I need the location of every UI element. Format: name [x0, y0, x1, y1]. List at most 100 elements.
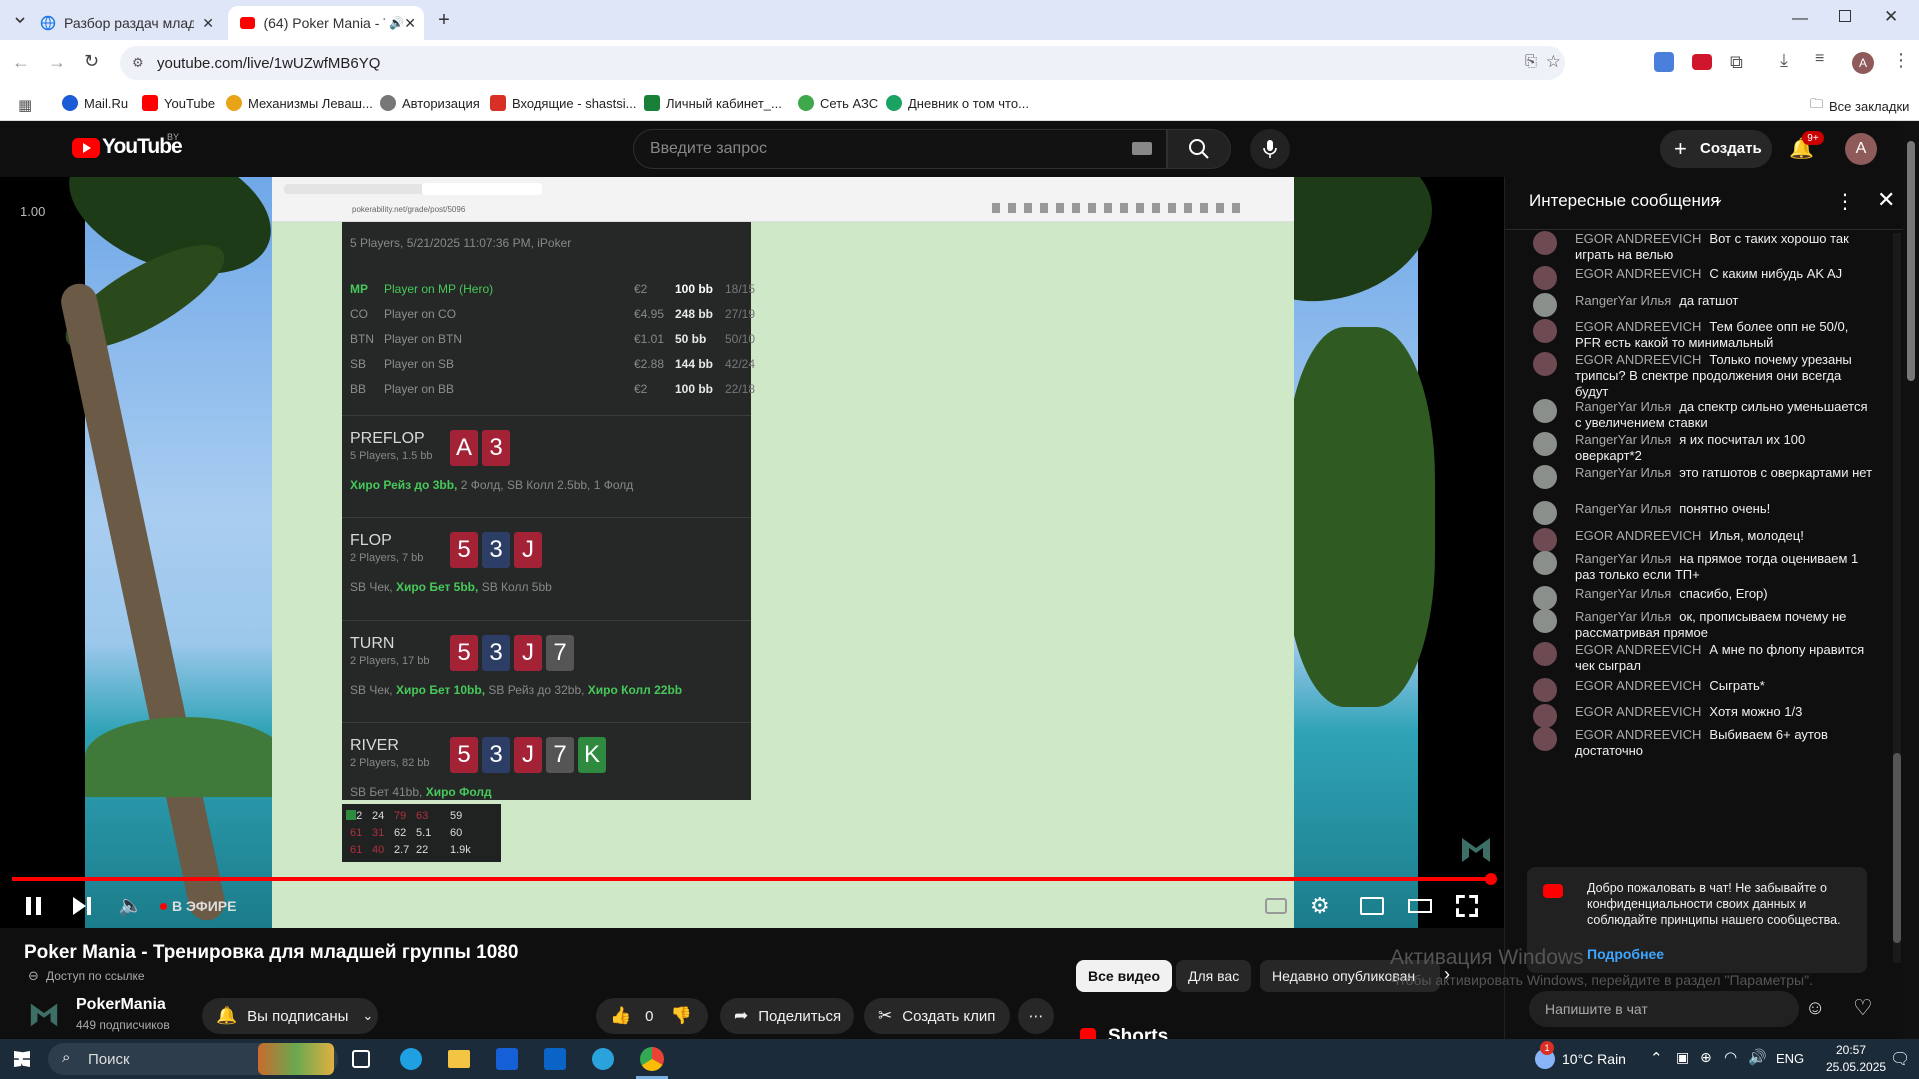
- chat-more-icon[interactable]: ⋮: [1835, 189, 1855, 214]
- progress-bar[interactable]: [12, 877, 1492, 881]
- bookmark-cabinet[interactable]: Личный кабинет_...: [644, 95, 782, 111]
- chat-author[interactable]: EGOR ANDREEVICH: [1575, 528, 1701, 543]
- extensions-icon[interactable]: ⧉: [1730, 52, 1743, 73]
- chat-author[interactable]: RangerYar Илья: [1575, 465, 1671, 480]
- channel-avatar[interactable]: [28, 998, 60, 1030]
- clock-date[interactable]: 25.05.2025: [1826, 1060, 1886, 1074]
- channel-name[interactable]: PokerMania: [76, 996, 166, 1014]
- create-clip-button[interactable]: ✂ Создать клип: [864, 998, 1010, 1034]
- clock-time[interactable]: 20:57: [1836, 1043, 1866, 1057]
- bookmark-youtube[interactable]: YouTube: [142, 95, 215, 111]
- chat-author-avatar[interactable]: [1533, 678, 1557, 702]
- chat-author-avatar[interactable]: [1533, 704, 1557, 728]
- video-player[interactable]: 1.00 pokerability.net/grade/post/5096 5 …: [0, 177, 1504, 928]
- live-label[interactable]: В ЭФИРЕ: [172, 898, 236, 914]
- emoji-icon[interactable]: ☺: [1805, 997, 1825, 1020]
- menu-icon[interactable]: ⋮: [1892, 50, 1910, 71]
- youtube-avatar[interactable]: A: [1845, 133, 1877, 165]
- subscribed-button[interactable]: 🔔 Вы подписаны ⌄: [202, 998, 378, 1034]
- tray-app-icon[interactable]: ▣: [1676, 1049, 1689, 1066]
- chat-author[interactable]: RangerYar Илья: [1575, 586, 1671, 601]
- translate-extension-icon[interactable]: [1654, 52, 1674, 72]
- pause-icon[interactable]: [26, 897, 31, 915]
- subtitles-icon[interactable]: [1265, 898, 1287, 914]
- new-tab-icon[interactable]: +: [432, 8, 456, 32]
- chat-author-avatar[interactable]: [1533, 609, 1557, 633]
- chat-author[interactable]: RangerYar Илья: [1575, 501, 1671, 516]
- theater-mode-icon[interactable]: [1408, 899, 1432, 913]
- language-indicator[interactable]: ENG: [1776, 1051, 1804, 1066]
- dislike-icon[interactable]: 👎: [671, 1006, 692, 1026]
- tab-1[interactable]: Разбор раздач младшей групп ✕: [40, 6, 220, 40]
- tab-search-icon[interactable]: [8, 8, 32, 32]
- edge-icon[interactable]: [400, 1048, 422, 1070]
- profile-avatar[interactable]: A: [1852, 52, 1874, 74]
- chat-author[interactable]: EGOR ANDREEVICH: [1575, 727, 1701, 742]
- chevron-down-icon[interactable]: ⌄: [1713, 191, 1724, 207]
- downloads-icon[interactable]: ⤓: [1780, 50, 1788, 71]
- chat-author-avatar[interactable]: [1533, 642, 1557, 666]
- back-icon[interactable]: ←: [12, 52, 30, 73]
- all-bookmarks[interactable]: 🗀 Все закладки: [1810, 95, 1909, 117]
- weather-text[interactable]: 10°C Rain: [1562, 1051, 1626, 1067]
- chat-author[interactable]: RangerYar Илья: [1575, 399, 1671, 414]
- chat-author-avatar[interactable]: [1533, 586, 1557, 610]
- chat-author-avatar[interactable]: [1533, 551, 1557, 575]
- notification-center-icon[interactable]: 🗨: [1890, 1049, 1910, 1069]
- apps-grid-icon[interactable]: ▦: [18, 96, 32, 114]
- volume-icon[interactable]: 🔈: [118, 893, 143, 918]
- bookmark-star-icon[interactable]: ☆: [1546, 52, 1561, 72]
- outlook-icon[interactable]: [544, 1048, 566, 1070]
- youtube-logo-icon[interactable]: [72, 138, 100, 158]
- chat-author[interactable]: EGOR ANDREEVICH: [1575, 642, 1701, 657]
- chat-mode-title[interactable]: Интересные сообщения: [1529, 191, 1720, 211]
- chat-author[interactable]: RangerYar Илья: [1575, 293, 1671, 308]
- miniplayer-icon[interactable]: [1360, 897, 1384, 915]
- bookmark-azs[interactable]: Сеть АЗС: [798, 95, 878, 111]
- task-view-icon[interactable]: [352, 1050, 370, 1068]
- page-scrollbar[interactable]: [1903, 121, 1919, 1039]
- chat-author-avatar[interactable]: [1533, 352, 1557, 376]
- learn-more-link[interactable]: Подробнее: [1587, 946, 1664, 962]
- video-extension-icon[interactable]: [1692, 54, 1712, 70]
- forward-icon[interactable]: →: [48, 52, 66, 73]
- network-icon[interactable]: ⊕: [1700, 1049, 1712, 1066]
- chat-author-avatar[interactable]: [1533, 528, 1557, 552]
- channel-watermark-icon[interactable]: [1459, 832, 1493, 866]
- store-icon[interactable]: [496, 1048, 518, 1070]
- chat-author-avatar[interactable]: [1533, 266, 1557, 290]
- chrome-icon[interactable]: [640, 1047, 664, 1071]
- bookmark-mailru[interactable]: Mail.Ru: [62, 95, 128, 111]
- next-icon[interactable]: [73, 897, 86, 915]
- voice-search-button[interactable]: [1250, 129, 1290, 169]
- chat-author-avatar[interactable]: [1533, 501, 1557, 525]
- settings-gear-icon[interactable]: ⚙: [1310, 893, 1330, 919]
- sound-icon[interactable]: 🔊: [1748, 1048, 1767, 1066]
- heart-icon[interactable]: ♡: [1853, 995, 1873, 1021]
- chat-author-avatar[interactable]: [1533, 727, 1557, 751]
- bookmark-diary[interactable]: Дневник о том что...: [886, 95, 1029, 111]
- chat-author-avatar[interactable]: [1533, 231, 1557, 255]
- chat-scrollbar[interactable]: [1893, 233, 1901, 963]
- chat-author[interactable]: EGOR ANDREEVICH: [1575, 352, 1701, 367]
- more-actions-button[interactable]: ⋯: [1018, 998, 1054, 1034]
- chat-close-icon[interactable]: ✕: [1877, 187, 1895, 213]
- telegram-icon[interactable]: [592, 1048, 614, 1070]
- site-info-icon[interactable]: ⚙: [132, 55, 144, 71]
- wifi-icon[interactable]: ◠: [1724, 1048, 1737, 1066]
- media-control-icon[interactable]: ≡: [1815, 50, 1824, 68]
- share-button[interactable]: ➦ Поделиться: [720, 998, 854, 1034]
- search-input[interactable]: Введите запрос: [633, 129, 1167, 169]
- tab-2-close-icon[interactable]: ✕: [404, 15, 416, 32]
- chat-input[interactable]: Напишите в чат: [1529, 991, 1799, 1027]
- bookmark-inbox[interactable]: Входящие - shastsi...: [490, 95, 636, 111]
- tab-2-active[interactable]: (64) Poker Mania - Трениро 🔊 ✕: [228, 6, 424, 40]
- search-button[interactable]: [1167, 129, 1231, 169]
- chat-author[interactable]: EGOR ANDREEVICH: [1575, 231, 1701, 246]
- tray-chevron-icon[interactable]: ⌃: [1650, 1049, 1663, 1067]
- chat-author[interactable]: EGOR ANDREEVICH: [1575, 266, 1701, 281]
- create-button[interactable]: + Создать: [1660, 130, 1772, 168]
- chat-author[interactable]: RangerYar Илья: [1575, 432, 1671, 447]
- filter-all-videos[interactable]: Все видео: [1076, 960, 1173, 992]
- progress-scrubber[interactable]: [1485, 873, 1497, 885]
